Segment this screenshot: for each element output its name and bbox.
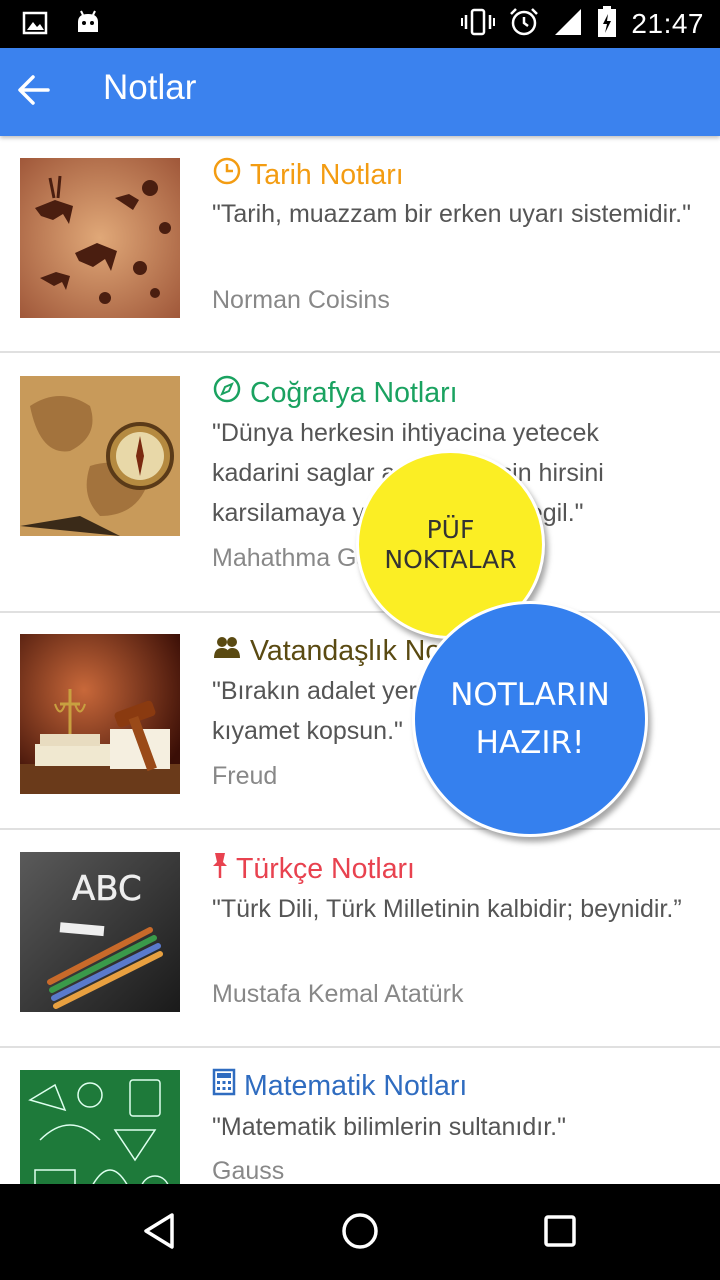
back-button[interactable] xyxy=(10,68,58,116)
item-author: Gauss xyxy=(212,1157,285,1184)
arrow-left-icon xyxy=(16,72,52,112)
clock-time: 21:47 xyxy=(631,8,704,39)
notes-ready-bubble[interactable]: NOTLARIN HAZIR! xyxy=(412,601,648,837)
item-quote: "Tarih, muazzam bir erken uyarı sistemid… xyxy=(212,200,692,228)
recents-icon xyxy=(540,1211,580,1255)
image-icon xyxy=(22,10,48,40)
notes-ready-label: NOTLARIN HAZIR! xyxy=(450,677,610,761)
nav-back-button[interactable] xyxy=(135,1208,185,1258)
item-quote: "Matematik bilimlerin sultanıdır." xyxy=(212,1113,566,1141)
turkish-thumbnail: ABC xyxy=(20,852,180,1012)
item-quote: "Türk Dili, Türk Milletinin kalbidir; be… xyxy=(212,895,682,923)
item-title: Türkçe Notları xyxy=(212,850,415,888)
back-icon xyxy=(140,1211,180,1255)
signal-icon xyxy=(553,7,583,41)
android-icon xyxy=(74,10,102,40)
battery-icon xyxy=(597,6,617,42)
tips-bubble-label: PÜF NOKTALAR xyxy=(384,514,517,574)
status-bar: 21:47 xyxy=(0,0,720,48)
app-bar: Notlar xyxy=(0,48,720,136)
math-thumbnail xyxy=(20,1070,180,1184)
pin-icon xyxy=(212,850,228,888)
alarm-icon xyxy=(509,7,539,41)
page-title: Notlar xyxy=(103,68,197,107)
vibrate-icon xyxy=(461,7,496,41)
navigation-bar xyxy=(0,1184,720,1280)
users-icon xyxy=(212,632,242,670)
list-item-tarih[interactable]: Tarih Notları "Tarih, muazzam bir erken … xyxy=(0,136,720,353)
item-author: Freud xyxy=(212,762,278,790)
item-title: Coğrafya Notları xyxy=(212,374,458,412)
geography-thumbnail xyxy=(20,376,180,536)
list-item-matematik[interactable]: Matematik Notları "Matematik bilimlerin … xyxy=(0,1049,720,1184)
item-author: Norman Coisins xyxy=(212,286,390,314)
nav-recents-button[interactable] xyxy=(535,1208,585,1258)
calculator-icon xyxy=(212,1068,236,1104)
item-author: Mustafa Kemal Atatürk xyxy=(212,980,464,1008)
compass-icon xyxy=(212,374,242,412)
item-title: Matematik Notları xyxy=(212,1068,467,1104)
nav-home-button[interactable] xyxy=(335,1208,385,1258)
home-icon xyxy=(340,1211,380,1255)
citizenship-thumbnail xyxy=(20,634,180,794)
item-title: Tarih Notları xyxy=(212,156,404,194)
history-thumbnail xyxy=(20,158,180,318)
clock-icon xyxy=(212,156,242,194)
list-item-turkce[interactable]: ABC Türkçe Notları "Türk Dili, Türk Mill… xyxy=(0,831,720,1048)
svg-text:ABC: ABC xyxy=(72,869,142,909)
